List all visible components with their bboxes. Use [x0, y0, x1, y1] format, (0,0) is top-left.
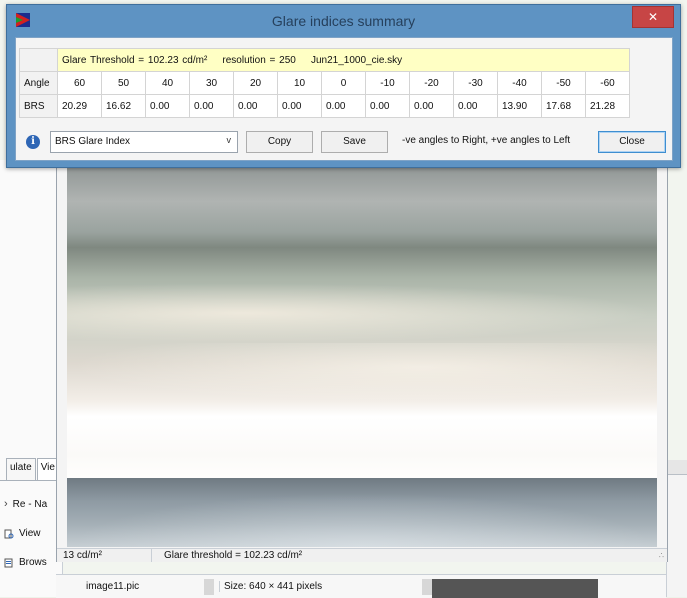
- sky-luminance-image[interactable]: [67, 163, 657, 547]
- brs-value-cell[interactable]: 0.00: [277, 94, 322, 118]
- table-corner: [19, 48, 58, 72]
- info-icon[interactable]: i: [26, 135, 40, 149]
- angle-cell[interactable]: 0: [321, 71, 366, 95]
- brs-value-cell[interactable]: 16.62: [101, 94, 146, 118]
- tab-calculate[interactable]: ulate: [6, 458, 36, 480]
- brs-value-cell[interactable]: 0.00: [189, 94, 234, 118]
- browse-label: Brows: [19, 557, 47, 568]
- glare-table: Glare Threshold = 102.23 cd/m² resolutio…: [19, 48, 630, 118]
- angle-cell[interactable]: -50: [541, 71, 586, 95]
- glare-threshold-text: Glare Threshold = 102.23 cd/m²: [62, 54, 208, 66]
- brs-value-cell[interactable]: 0.00: [365, 94, 410, 118]
- dialog-controls: i BRS Glare Index v Copy Save -ve angles…: [16, 131, 672, 157]
- left-tabs: ulate Vie: [6, 458, 60, 480]
- right-panel-header: [667, 460, 687, 475]
- brs-value-cell[interactable]: 20.29: [57, 94, 102, 118]
- info-cell: Glare Threshold = 102.23 cd/m² resolutio…: [57, 48, 630, 72]
- rename-item[interactable]: › Re - Na: [4, 498, 47, 510]
- angle-cell[interactable]: 40: [145, 71, 190, 95]
- brs-value-cell[interactable]: 0.00: [233, 94, 278, 118]
- glare-indices-dialog: Glare indices summary ✕ Glare Threshold …: [6, 4, 681, 168]
- rename-label: Re - Na: [12, 498, 48, 510]
- dialog-titlebar[interactable]: Glare indices summary ✕: [7, 5, 680, 37]
- angle-cell[interactable]: -60: [585, 71, 630, 95]
- left-divider: [0, 480, 62, 481]
- angle-cell[interactable]: -30: [453, 71, 498, 95]
- brs-row-header: BRS: [19, 94, 58, 118]
- document-view-icon: [4, 529, 14, 538]
- angle-direction-hint: -ve angles to Right, +ve angles to Left: [402, 135, 571, 146]
- copy-button[interactable]: Copy: [246, 131, 313, 153]
- angle-cell[interactable]: 10: [277, 71, 322, 95]
- angle-cell[interactable]: 50: [101, 71, 146, 95]
- scroll-block: [204, 579, 214, 595]
- file-name[interactable]: image11.pic: [86, 581, 139, 592]
- cloud-haze: [67, 283, 657, 343]
- brs-value-cell[interactable]: 21.28: [585, 94, 630, 118]
- angle-cell[interactable]: -10: [365, 71, 410, 95]
- angle-cell[interactable]: -40: [497, 71, 542, 95]
- info-row: Glare Threshold = 102.23 cd/m² resolutio…: [19, 48, 630, 72]
- image-thumbnail[interactable]: [432, 579, 598, 598]
- angle-cell[interactable]: 30: [189, 71, 234, 95]
- cloud-haze: [67, 343, 657, 403]
- dialog-client-area: Glare Threshold = 102.23 cd/m² resolutio…: [15, 37, 673, 161]
- browse-icon: [4, 558, 13, 567]
- glare-index-select-value: BRS Glare Index: [55, 136, 131, 147]
- brs-value-cell[interactable]: 0.00: [145, 94, 190, 118]
- glare-index-select[interactable]: BRS Glare Index v: [50, 131, 238, 153]
- brs-value-cell[interactable]: 0.00: [409, 94, 454, 118]
- luminance-readout: 13 cd/m²: [63, 550, 102, 561]
- brs-value-cell[interactable]: 0.00: [453, 94, 498, 118]
- file-info-panel: image11.pic Size: 640 × 441 pixels: [56, 574, 666, 598]
- angle-row: Angle 60 50 40 30 20 10 0 -10 -20 -30 -40 -50 -60: [19, 71, 630, 95]
- brs-value-cell[interactable]: 0.00: [321, 94, 366, 118]
- sky-file-text: Jun21_1000_cie.sky: [310, 54, 403, 66]
- angle-row-header: Angle: [19, 71, 58, 95]
- resize-grip-icon[interactable]: ∴: [659, 551, 664, 560]
- browse-item[interactable]: Brows: [4, 557, 47, 568]
- brs-value-cell[interactable]: 17.68: [541, 94, 586, 118]
- angle-cell[interactable]: 60: [57, 71, 102, 95]
- chevron-right-icon: ›: [4, 498, 8, 510]
- image-viewer-window: 13 cd/m² Glare threshold = 102.23 cd/m² …: [56, 160, 668, 562]
- view-item[interactable]: View: [4, 528, 41, 539]
- resolution-text: resolution = 250: [222, 54, 296, 66]
- close-icon[interactable]: ✕: [632, 6, 674, 28]
- chevron-down-icon: v: [226, 135, 232, 145]
- angle-cell[interactable]: -20: [409, 71, 454, 95]
- close-button[interactable]: Close: [598, 131, 666, 153]
- right-side-panel: [666, 460, 687, 597]
- scroll-block: [422, 579, 432, 595]
- file-size: Size: 640 × 441 pixels: [219, 581, 322, 592]
- brs-value-cell[interactable]: 13.90: [497, 94, 542, 118]
- dialog-title: Glare indices summary: [271, 13, 416, 29]
- ground-shading: [67, 493, 657, 547]
- angle-cell[interactable]: 20: [233, 71, 278, 95]
- brs-row: BRS 20.29 16.62 0.00 0.00 0.00 0.00 0.00 0.00 0.…: [19, 94, 630, 118]
- view-label: View: [19, 528, 41, 539]
- glare-threshold-readout: Glare threshold = 102.23 cd/m²: [151, 549, 302, 562]
- image-status-bar: 13 cd/m² Glare threshold = 102.23 cd/m² …: [57, 548, 667, 562]
- left-panel: ulate Vie › Re - Na View Brows: [0, 160, 63, 597]
- save-button[interactable]: Save: [321, 131, 388, 153]
